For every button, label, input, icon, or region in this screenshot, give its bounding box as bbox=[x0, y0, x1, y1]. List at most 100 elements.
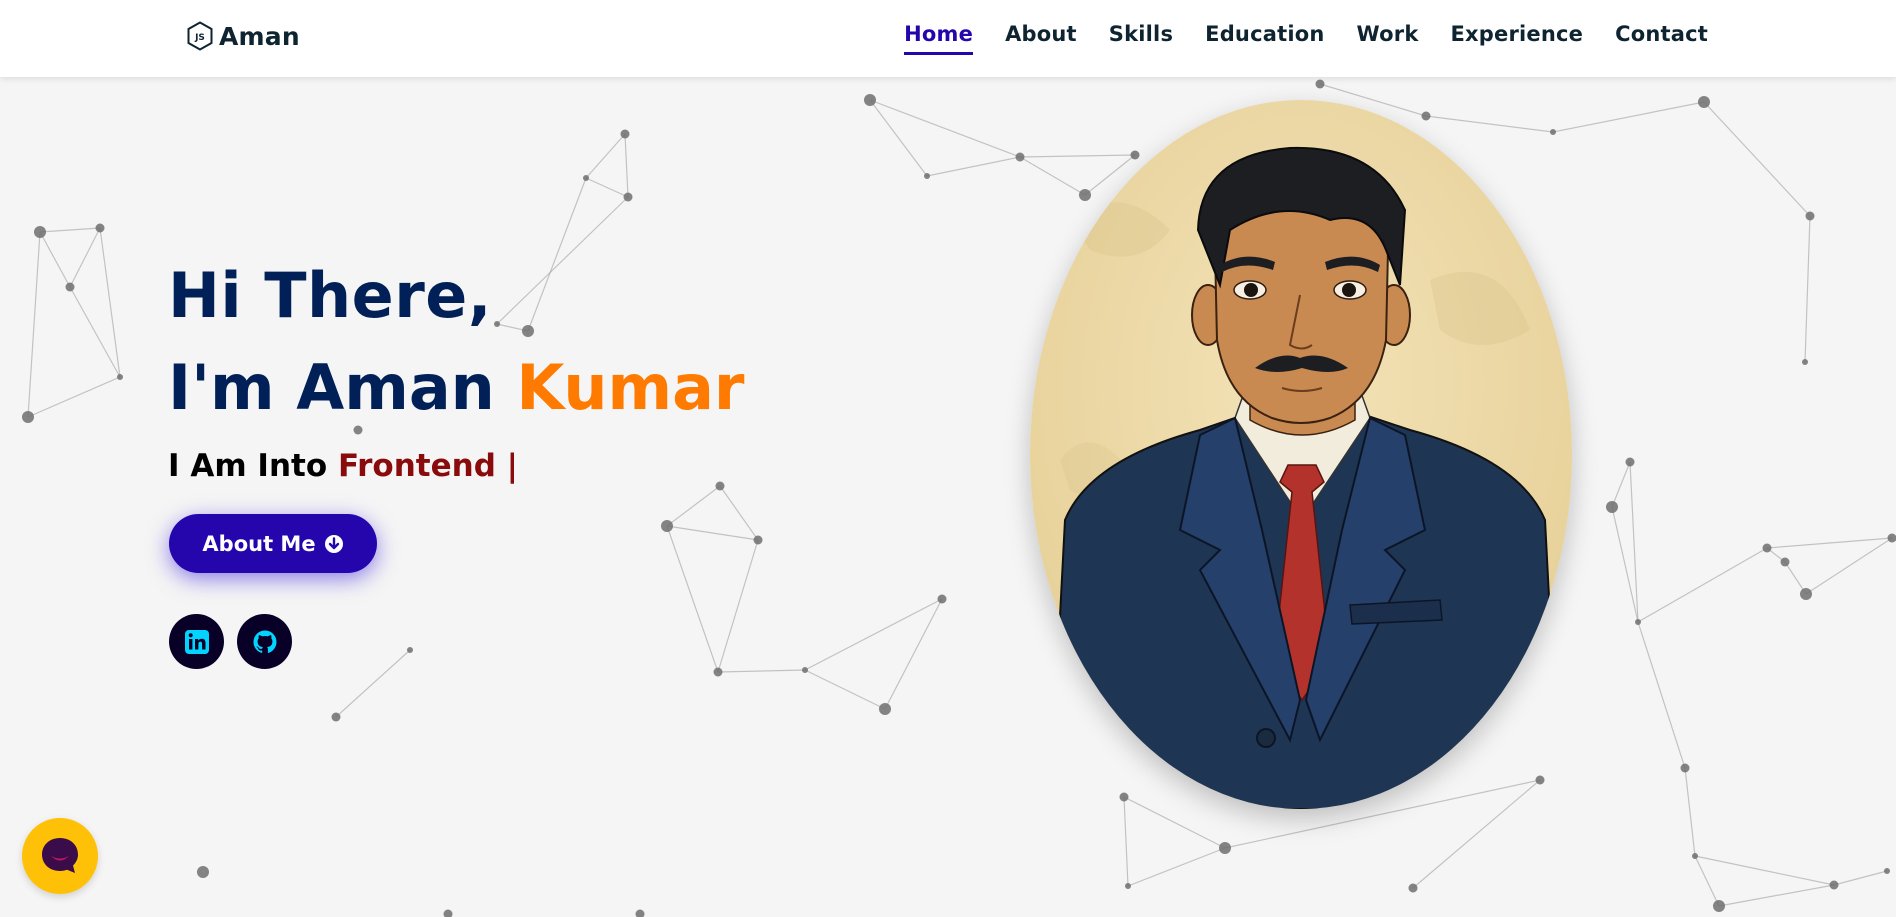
hero-greeting: Hi There, bbox=[168, 259, 492, 332]
linkedin-link[interactable] bbox=[169, 614, 224, 669]
particle-link bbox=[69, 286, 121, 378]
particle-link bbox=[39, 231, 71, 288]
nav-about[interactable]: About bbox=[1005, 22, 1077, 55]
particle-node bbox=[1119, 792, 1129, 802]
particle-link bbox=[1611, 461, 1631, 508]
typing-cursor: | bbox=[495, 448, 519, 484]
typing-text: I Am Into Frontend | bbox=[168, 448, 745, 484]
particle-link bbox=[1123, 796, 1129, 887]
nav-skills[interactable]: Skills bbox=[1109, 22, 1173, 55]
particle-node bbox=[1421, 111, 1431, 121]
particle-link bbox=[1637, 621, 1686, 769]
nav-work[interactable]: Work bbox=[1357, 22, 1419, 55]
particle-link bbox=[1718, 884, 1835, 907]
particle-link bbox=[666, 485, 721, 527]
particle-link bbox=[804, 598, 943, 671]
particle-node bbox=[1125, 883, 1131, 889]
particle-node bbox=[583, 175, 589, 181]
nav-contact[interactable]: Contact bbox=[1615, 22, 1708, 55]
particle-link bbox=[884, 598, 943, 710]
particle-link bbox=[99, 227, 121, 378]
particle-link bbox=[1127, 847, 1226, 887]
nav-education[interactable]: Education bbox=[1205, 22, 1324, 55]
particle-link bbox=[804, 669, 886, 710]
chat-smile-icon bbox=[42, 838, 78, 873]
particle-link bbox=[1611, 506, 1639, 623]
typing-word: Frontend bbox=[337, 448, 496, 484]
particle-link bbox=[1766, 537, 1893, 549]
particle-node bbox=[95, 223, 105, 233]
particle-node bbox=[1802, 359, 1808, 365]
particle-link bbox=[1805, 537, 1893, 595]
particle-node bbox=[443, 909, 453, 917]
particle-link bbox=[1637, 547, 1768, 623]
particle-link bbox=[869, 99, 1021, 158]
particle-node bbox=[1315, 79, 1325, 89]
particle-link bbox=[1804, 215, 1811, 363]
particle-node bbox=[1762, 543, 1772, 553]
particle-node bbox=[1713, 900, 1725, 912]
particle-node bbox=[65, 282, 75, 292]
particle-node bbox=[1884, 868, 1890, 874]
nav-home[interactable]: Home bbox=[904, 22, 974, 55]
particle-node bbox=[197, 866, 209, 878]
particle-link bbox=[39, 227, 101, 233]
particle-node bbox=[713, 667, 723, 677]
particle-node bbox=[864, 94, 876, 106]
particle-node bbox=[1780, 557, 1790, 567]
hero-name-prefix: I'm Aman bbox=[168, 351, 517, 424]
particle-link bbox=[585, 133, 626, 179]
particle-link bbox=[1552, 101, 1705, 133]
particle-link bbox=[27, 376, 121, 418]
particle-node bbox=[1535, 775, 1545, 785]
particle-node bbox=[1625, 457, 1635, 467]
particle-node bbox=[1805, 211, 1815, 221]
linkedin-icon bbox=[184, 629, 209, 654]
particle-link bbox=[1833, 870, 1888, 886]
logo-link[interactable]: JS Aman bbox=[186, 19, 300, 53]
particle-link bbox=[666, 525, 759, 541]
particle-node bbox=[1800, 588, 1812, 600]
particle-node bbox=[1887, 533, 1896, 543]
nav-experience[interactable]: Experience bbox=[1451, 22, 1584, 55]
particle-node bbox=[924, 173, 930, 179]
particle-link bbox=[69, 227, 101, 288]
navbar: JS Aman Home About Skills Education Work… bbox=[0, 0, 1896, 77]
particle-link bbox=[335, 649, 411, 718]
particle-node bbox=[937, 594, 947, 604]
particle-link bbox=[1019, 154, 1136, 158]
particle-link bbox=[1425, 115, 1554, 133]
main-nav: Home About Skills Education Work Experie… bbox=[904, 22, 1708, 55]
particle-node bbox=[1680, 763, 1690, 773]
particle-node bbox=[1219, 842, 1231, 854]
particle-link bbox=[1019, 156, 1086, 196]
particle-link bbox=[1694, 855, 1835, 886]
particle-link bbox=[666, 525, 719, 673]
particle-node bbox=[802, 667, 808, 673]
svg-text:JS: JS bbox=[194, 33, 205, 43]
particle-node bbox=[1015, 152, 1025, 162]
particle-link bbox=[1703, 101, 1811, 217]
particle-link bbox=[926, 156, 1021, 177]
github-link[interactable] bbox=[237, 614, 292, 669]
particle-node bbox=[1079, 189, 1091, 201]
particle-node bbox=[635, 909, 645, 917]
particle-node bbox=[1550, 129, 1556, 135]
particle-link bbox=[1684, 767, 1696, 857]
particle-node bbox=[117, 374, 123, 380]
nodejs-hexagon-icon: JS bbox=[187, 21, 213, 51]
social-links bbox=[169, 614, 292, 669]
particle-link bbox=[717, 539, 759, 673]
particle-node bbox=[1635, 619, 1641, 625]
particle-node bbox=[407, 647, 413, 653]
hero-text: Hi There, I'm Aman Kumar I Am Into Front… bbox=[168, 250, 745, 484]
particle-node bbox=[331, 712, 341, 722]
typing-prefix: I Am Into bbox=[168, 448, 338, 484]
particle-node bbox=[620, 129, 630, 139]
chat-widget-button[interactable] bbox=[22, 818, 98, 894]
particle-node bbox=[623, 192, 633, 202]
particle-node bbox=[22, 411, 34, 423]
about-me-button[interactable]: About Me bbox=[169, 514, 377, 573]
particle-node bbox=[1698, 96, 1710, 108]
particle-link bbox=[1694, 855, 1720, 907]
